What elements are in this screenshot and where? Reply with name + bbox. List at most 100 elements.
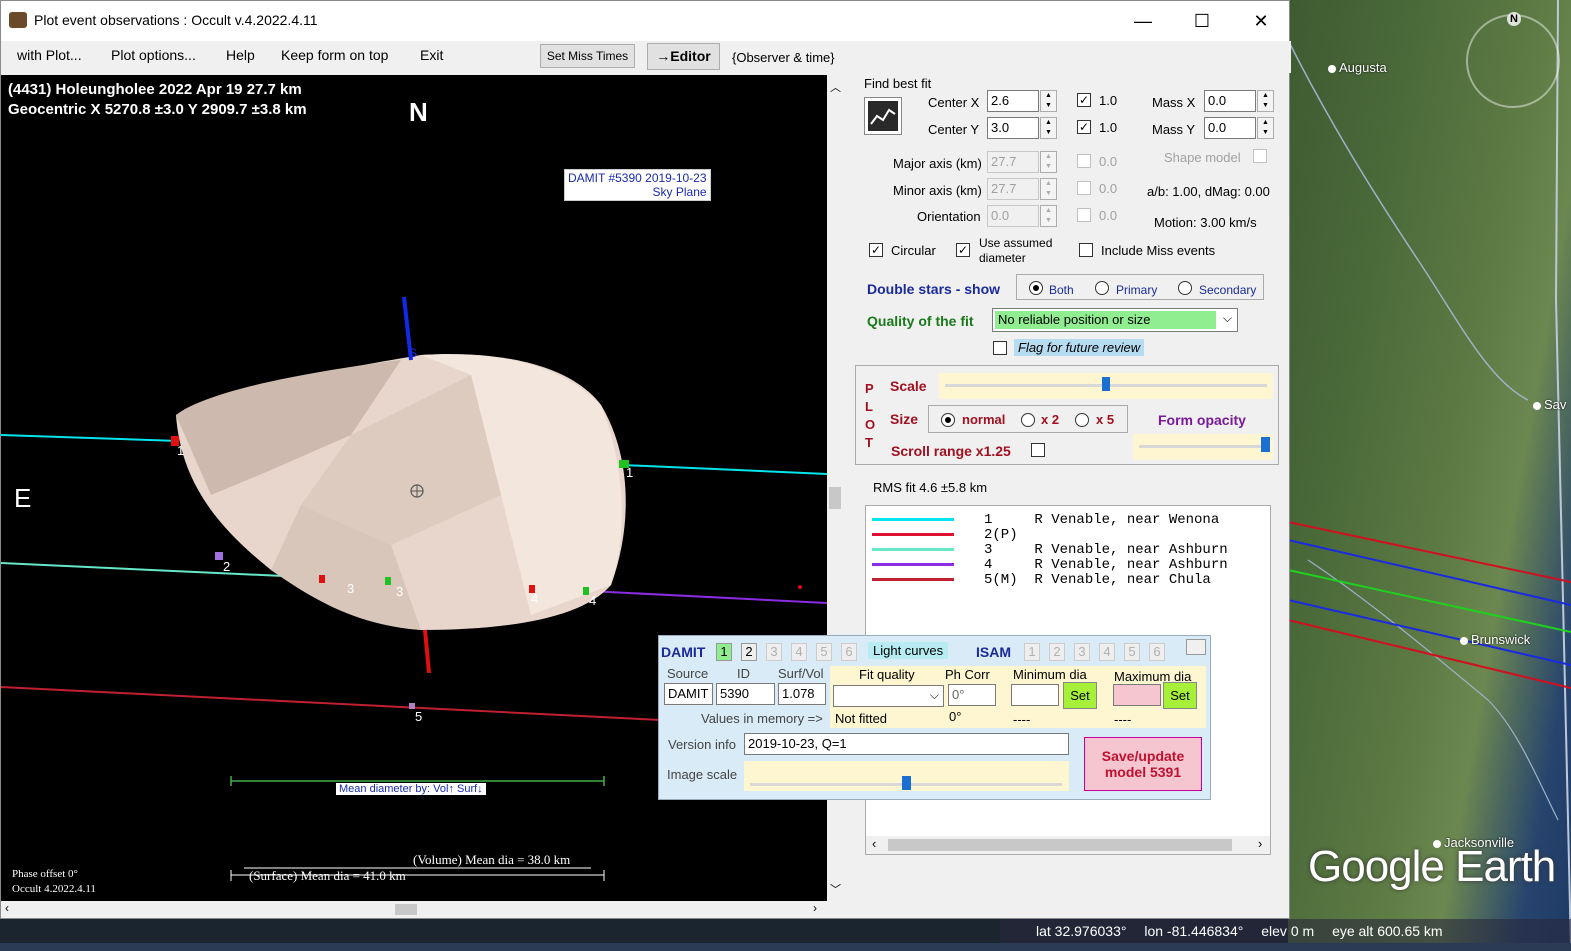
damit-tab-4[interactable]: 4	[791, 643, 807, 661]
version-info-field[interactable]: 2019-10-23, Q=1	[744, 733, 1069, 755]
scroll-left-icon[interactable]: ‹	[872, 836, 876, 851]
isam-tab-2[interactable]: 2	[1049, 643, 1065, 661]
damit-tab-3[interactable]: 3	[766, 643, 782, 661]
scroll-thumb[interactable]	[395, 904, 417, 915]
east-label: E	[14, 483, 32, 513]
double-stars-label: Double stars - show	[867, 281, 1001, 297]
max-dia-field[interactable]	[1113, 684, 1161, 706]
editor-button[interactable]: →Editor	[647, 43, 720, 70]
legend-hscrollbar[interactable]: ‹ ›	[866, 836, 1270, 854]
flag-review-checkbox[interactable]	[993, 341, 1007, 355]
size-x5-radio[interactable]	[1075, 413, 1089, 427]
isam-tab-6[interactable]: 6	[1149, 643, 1165, 661]
mass-x-spinner[interactable]: ▲ ▼	[1257, 90, 1274, 112]
opacity-slider-thumb[interactable]	[1261, 437, 1270, 452]
image-scale-thumb[interactable]	[901, 776, 911, 790]
isam-tab-1[interactable]: 1	[1024, 643, 1040, 661]
max-dia-set-button[interactable]: Set	[1163, 682, 1197, 709]
source-field[interactable]: DAMIT	[664, 683, 713, 705]
shape-model-label: Shape model	[1164, 150, 1241, 165]
center-y-spinner[interactable]: ▲ ▼	[1040, 117, 1057, 139]
min-dia-set-button[interactable]: Set	[1063, 682, 1097, 709]
surf-vol-field[interactable]: 1.078	[778, 683, 826, 705]
opacity-slider[interactable]	[1133, 434, 1273, 460]
scroll-down-icon[interactable]: ﹀	[830, 881, 841, 897]
light-curves-button[interactable]: Light curves	[868, 642, 949, 659]
find-best-fit-button[interactable]	[864, 97, 902, 135]
both-radio[interactable]	[1029, 281, 1043, 295]
primary-radio[interactable]	[1095, 281, 1109, 295]
observer-time-label[interactable]: {Observer & time}	[732, 50, 835, 65]
scroll-right-icon[interactable]: ›	[1258, 836, 1262, 851]
set-miss-times-button[interactable]: Set Miss Times	[540, 44, 635, 68]
include-miss-label: Include Miss events	[1101, 243, 1216, 258]
center-y-input[interactable]: 3.0	[987, 117, 1039, 139]
center-x-checkbox[interactable]: ✓	[1077, 93, 1091, 107]
scroll-range-checkbox[interactable]	[1031, 443, 1045, 457]
include-miss-checkbox[interactable]	[1079, 243, 1093, 257]
center-y-checkbox[interactable]: ✓	[1077, 120, 1091, 134]
maximize-button[interactable]: ☐	[1182, 9, 1222, 33]
minor-axis-checkbox[interactable]	[1077, 181, 1091, 195]
ph-corr-field[interactable]: 0°	[948, 684, 996, 706]
dialog-close-button[interactable]	[1186, 639, 1206, 655]
circular-checkbox[interactable]: ✓	[869, 243, 883, 257]
isam-tab-5[interactable]: 5	[1124, 643, 1140, 661]
legend-swatch	[872, 563, 954, 566]
damit-tab-2[interactable]: 2	[741, 643, 757, 661]
mass-y-label: Mass Y	[1152, 122, 1196, 137]
center-x-input[interactable]: 2.6	[987, 90, 1039, 112]
minor-axis-input[interactable]: 27.7	[987, 178, 1039, 200]
google-earth-view[interactable]	[1288, 0, 1571, 951]
plot-horizontal-scrollbar[interactable]: ‹ ›	[1, 901, 827, 918]
scroll-right-icon[interactable]: ›	[813, 901, 817, 915]
major-axis-input[interactable]: 27.7	[987, 151, 1039, 173]
major-axis-spinner[interactable]: ▲ ▼	[1040, 151, 1057, 173]
shape-model-checkbox[interactable]	[1253, 149, 1267, 163]
menu-keep-form-on-top[interactable]: Keep form on top	[281, 47, 388, 63]
save-update-model-button[interactable]: Save/update model 5391	[1084, 737, 1202, 791]
plot-vertical-t: T	[865, 435, 873, 450]
pole-label: S	[409, 346, 418, 360]
menu-with-plot[interactable]: with Plot...	[17, 47, 82, 63]
orientation-spinner[interactable]: ▲ ▼	[1040, 205, 1057, 227]
menu-plot-options[interactable]: Plot options...	[111, 47, 196, 63]
scroll-left-icon[interactable]: ‹	[5, 901, 9, 915]
mass-y-spinner[interactable]: ▲ ▼	[1257, 117, 1274, 139]
scroll-up-icon[interactable]: ︿	[830, 79, 841, 95]
center-x-spinner[interactable]: ▲ ▼	[1040, 90, 1057, 112]
mass-x-input[interactable]: 0.0	[1204, 90, 1256, 112]
quality-select[interactable]: No reliable position or size ⌵	[992, 308, 1238, 332]
id-field[interactable]: 5390	[716, 683, 775, 705]
fit-quality-select[interactable]: ⌵	[833, 685, 944, 707]
title-bar[interactable]: Plot event observations : Occult v.4.202…	[1, 1, 1289, 41]
damit-tab-5[interactable]: 5	[816, 643, 832, 661]
damit-tab-6[interactable]: 6	[841, 643, 857, 661]
menu-exit[interactable]: Exit	[420, 47, 443, 63]
orientation-input[interactable]: 0.0	[987, 205, 1039, 227]
secondary-radio[interactable]	[1178, 281, 1192, 295]
scroll-thumb[interactable]	[888, 839, 1232, 851]
min-dia-field[interactable]	[1011, 684, 1059, 706]
damit-tab-1[interactable]: 1	[716, 643, 732, 661]
minimize-button[interactable]: —	[1123, 9, 1163, 33]
use-assumed-checkbox[interactable]: ✓	[956, 243, 970, 257]
isam-tab-3[interactable]: 3	[1074, 643, 1090, 661]
size-normal-radio[interactable]	[941, 413, 955, 427]
scale-slider[interactable]	[939, 373, 1273, 399]
minor-axis-spinner[interactable]: ▲ ▼	[1040, 178, 1057, 200]
scroll-thumb[interactable]	[829, 487, 841, 509]
menu-help[interactable]: Help	[226, 47, 255, 63]
mass-y-input[interactable]: 0.0	[1204, 117, 1256, 139]
close-button[interactable]: ✕	[1241, 9, 1281, 33]
isam-tab-4[interactable]: 4	[1099, 643, 1115, 661]
orientation-label: Orientation	[917, 209, 981, 224]
size-x2-radio[interactable]	[1021, 413, 1035, 427]
orientation-checkbox[interactable]	[1077, 208, 1091, 222]
image-scale-slider[interactable]	[744, 761, 1069, 791]
scale-slider-thumb[interactable]	[1102, 377, 1110, 391]
chord-label: 1	[626, 465, 634, 480]
compass-ring[interactable]: N	[1466, 12, 1560, 108]
scale-label: Scale	[890, 378, 927, 394]
major-axis-checkbox[interactable]	[1077, 154, 1091, 168]
